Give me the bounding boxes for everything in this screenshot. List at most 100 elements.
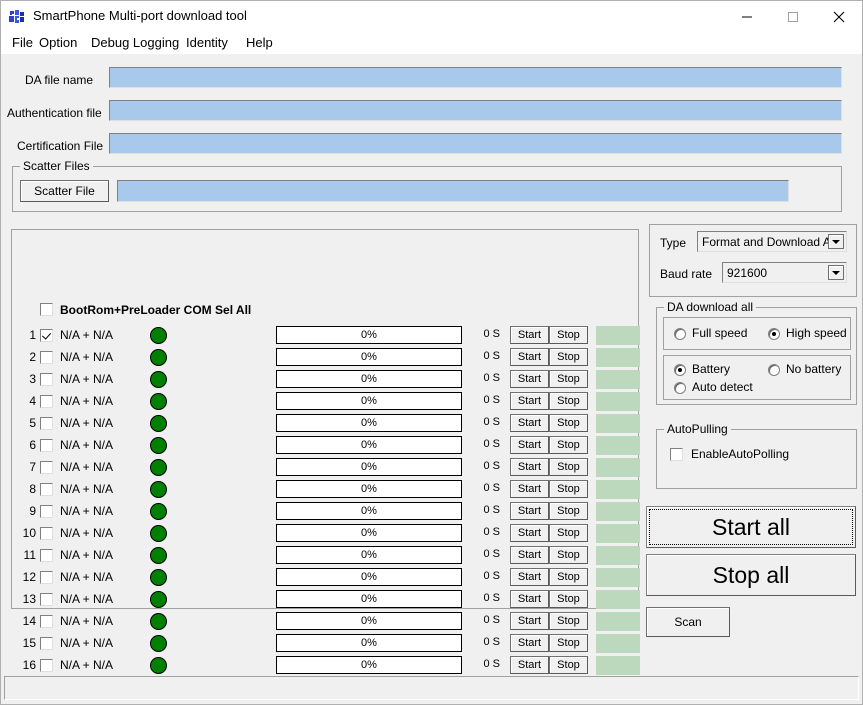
port-start-button[interactable]: Start bbox=[510, 524, 549, 542]
port-row-checkbox[interactable] bbox=[40, 373, 53, 386]
port-stop-button[interactable]: Stop bbox=[549, 524, 588, 542]
port-row-checkbox[interactable] bbox=[40, 659, 53, 672]
port-list-panel: BootRom+PreLoader COM Sel All 1 N/A + N/A… bbox=[11, 229, 640, 675]
chevron-down-icon[interactable] bbox=[828, 234, 844, 249]
port-status-box bbox=[596, 392, 640, 411]
port-status-led-icon bbox=[150, 349, 167, 366]
menu-item-help[interactable]: Help bbox=[244, 35, 275, 50]
port-elapsed-time: 0 S bbox=[483, 592, 500, 604]
full-speed-radio[interactable] bbox=[674, 328, 686, 340]
scatter-file-button[interactable]: Scatter File bbox=[20, 180, 109, 202]
port-row: 6 N/A + N/A 0% 0 S Start Stop bbox=[12, 435, 640, 457]
port-start-button[interactable]: Start bbox=[510, 436, 549, 454]
port-row-label: N/A + N/A bbox=[60, 548, 114, 562]
select-all-checkbox[interactable] bbox=[40, 303, 53, 316]
menu-item-identity[interactable]: Identity bbox=[184, 35, 230, 50]
port-status-box bbox=[596, 370, 640, 389]
speed-options-box: Full speed High speed bbox=[663, 317, 851, 350]
port-stop-button[interactable]: Stop bbox=[549, 590, 588, 608]
port-start-button[interactable]: Start bbox=[510, 634, 549, 652]
port-row-checkbox[interactable] bbox=[40, 615, 53, 628]
port-stop-button[interactable]: Stop bbox=[549, 414, 588, 432]
port-row-checkbox[interactable] bbox=[40, 527, 53, 540]
port-row-checkbox[interactable] bbox=[40, 571, 53, 584]
menu-item-debug-logging[interactable]: Debug Logging bbox=[89, 35, 181, 50]
chevron-down-icon[interactable] bbox=[828, 265, 844, 280]
port-start-button[interactable]: Start bbox=[510, 546, 549, 564]
port-stop-button[interactable]: Stop bbox=[549, 370, 588, 388]
port-stop-button[interactable]: Stop bbox=[549, 326, 588, 344]
auto-detect-radio[interactable] bbox=[674, 382, 686, 394]
port-start-button[interactable]: Start bbox=[510, 590, 549, 608]
menu-item-option[interactable]: Option bbox=[37, 35, 79, 50]
port-stop-button[interactable]: Stop bbox=[549, 612, 588, 630]
scatter-file-input[interactable] bbox=[117, 180, 789, 202]
port-elapsed-time: 0 S bbox=[483, 416, 500, 428]
port-row-number: 15 bbox=[22, 636, 36, 650]
da-file-label: DA file name bbox=[25, 73, 94, 87]
type-select[interactable]: Format and Download All bbox=[697, 231, 847, 252]
port-start-button[interactable]: Start bbox=[510, 612, 549, 630]
port-row-number: 11 bbox=[23, 548, 36, 562]
port-row-checkbox[interactable] bbox=[40, 351, 53, 364]
battery-radio[interactable] bbox=[674, 364, 686, 376]
port-row-checkbox[interactable] bbox=[40, 505, 53, 518]
port-progress-bar: 0% bbox=[276, 348, 462, 366]
port-row-checkbox[interactable] bbox=[40, 549, 53, 562]
enable-autopolling-checkbox[interactable] bbox=[670, 448, 683, 461]
port-start-button[interactable]: Start bbox=[510, 326, 549, 344]
port-start-button[interactable]: Start bbox=[510, 502, 549, 520]
full-speed-label: Full speed bbox=[692, 326, 748, 340]
port-row-number: 1 bbox=[29, 328, 36, 342]
authentication-file-input[interactable] bbox=[109, 100, 842, 121]
port-status-box bbox=[596, 436, 640, 455]
port-start-button[interactable]: Start bbox=[510, 348, 549, 366]
port-start-button[interactable]: Start bbox=[510, 656, 549, 674]
maximize-button[interactable] bbox=[770, 1, 816, 32]
port-row-checkbox[interactable] bbox=[40, 417, 53, 430]
port-stop-button[interactable]: Stop bbox=[549, 568, 588, 586]
port-progress-bar: 0% bbox=[276, 524, 462, 542]
port-status-led-icon bbox=[150, 591, 167, 608]
start-all-button[interactable]: Start all bbox=[646, 506, 856, 548]
port-row-checkbox[interactable] bbox=[40, 329, 53, 342]
high-speed-radio[interactable] bbox=[768, 328, 780, 340]
port-start-button[interactable]: Start bbox=[510, 370, 549, 388]
scan-button[interactable]: Scan bbox=[646, 607, 730, 637]
menu-bar: File Option Debug Logging Identity Help bbox=[1, 32, 862, 54]
port-stop-button[interactable]: Stop bbox=[549, 502, 588, 520]
port-stop-button[interactable]: Stop bbox=[549, 348, 588, 366]
port-start-button[interactable]: Start bbox=[510, 480, 549, 498]
da-file-input[interactable] bbox=[109, 67, 842, 88]
port-start-button[interactable]: Start bbox=[510, 392, 549, 410]
port-stop-button[interactable]: Stop bbox=[549, 656, 588, 674]
port-row-checkbox[interactable] bbox=[40, 483, 53, 496]
port-stop-button[interactable]: Stop bbox=[549, 436, 588, 454]
no-battery-radio[interactable] bbox=[768, 364, 780, 376]
port-row-checkbox[interactable] bbox=[40, 461, 53, 474]
port-row-checkbox[interactable] bbox=[40, 637, 53, 650]
port-stop-button[interactable]: Stop bbox=[549, 546, 588, 564]
port-start-button[interactable]: Start bbox=[510, 414, 549, 432]
close-button[interactable] bbox=[816, 1, 862, 32]
port-stop-button[interactable]: Stop bbox=[549, 634, 588, 652]
baud-rate-select[interactable]: 921600 bbox=[722, 262, 847, 283]
port-row-checkbox[interactable] bbox=[40, 395, 53, 408]
port-stop-button[interactable]: Stop bbox=[549, 480, 588, 498]
port-elapsed-time: 0 S bbox=[483, 504, 500, 516]
port-stop-button[interactable]: Stop bbox=[549, 392, 588, 410]
menu-item-file[interactable]: File bbox=[10, 35, 35, 50]
port-progress-bar: 0% bbox=[276, 656, 462, 674]
certification-file-input[interactable] bbox=[109, 133, 842, 154]
port-row-checkbox[interactable] bbox=[40, 439, 53, 452]
port-row-checkbox[interactable] bbox=[40, 593, 53, 606]
port-list-header: BootRom+PreLoader COM Sel All bbox=[12, 303, 638, 325]
minimize-button[interactable] bbox=[724, 1, 770, 32]
port-start-button[interactable]: Start bbox=[510, 458, 549, 476]
port-row: 11 N/A + N/A 0% 0 S Start Stop bbox=[12, 545, 640, 567]
port-stop-button[interactable]: Stop bbox=[549, 458, 588, 476]
port-elapsed-time: 0 S bbox=[483, 482, 500, 494]
port-start-button[interactable]: Start bbox=[510, 568, 549, 586]
port-progress-bar: 0% bbox=[276, 436, 462, 454]
stop-all-button[interactable]: Stop all bbox=[646, 554, 856, 596]
